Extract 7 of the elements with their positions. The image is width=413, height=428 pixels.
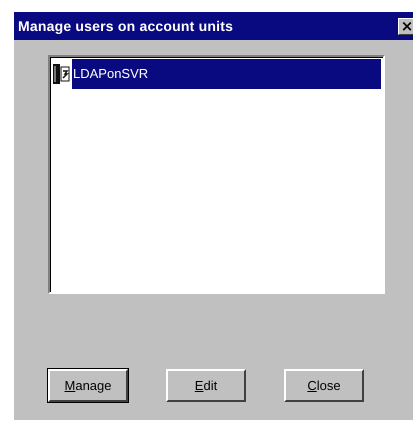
close-button[interactable]: × xyxy=(398,18,413,34)
list-item[interactable]: LDAPonSVR xyxy=(72,59,381,89)
dialog-button[interactable]: Edit xyxy=(166,369,246,402)
dialog-button[interactable]: Close xyxy=(284,369,364,402)
dialog-button[interactable]: Manage xyxy=(48,369,128,402)
server-icon xyxy=(52,63,70,85)
window-title: Manage users on account units xyxy=(18,18,234,34)
